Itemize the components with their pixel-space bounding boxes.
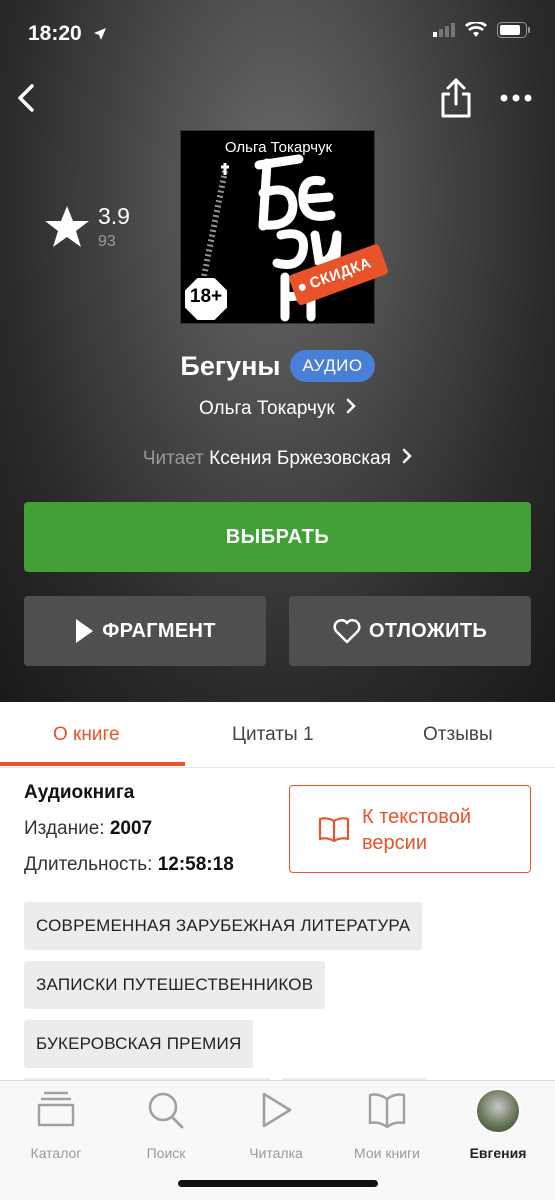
tab-about[interactable]: О книге bbox=[53, 724, 120, 746]
home-indicator bbox=[178, 1180, 378, 1187]
duration-line: Длительность: 12:58:18 bbox=[24, 854, 234, 876]
play-icon bbox=[262, 1092, 292, 1128]
tabbar-label-catalog: Каталог bbox=[30, 1145, 82, 1161]
tabbar-item-search[interactable]: Поиск bbox=[116, 1091, 216, 1161]
chevron-right-icon bbox=[346, 398, 356, 414]
status-time: 18:20 bbox=[28, 22, 82, 45]
tabbar-item-reader[interactable]: Читалка bbox=[226, 1091, 326, 1161]
tabbar-label-reader: Читалка bbox=[249, 1145, 303, 1161]
avatar[interactable] bbox=[475, 1088, 521, 1134]
tabbar-label-profile: Евгения bbox=[469, 1145, 527, 1161]
battery-icon bbox=[497, 22, 530, 38]
title-row: Бегуны АУДИО bbox=[0, 346, 555, 386]
tab-quotes[interactable]: Цитаты 1 bbox=[232, 724, 314, 746]
rating-block: 3.9 93 bbox=[44, 200, 154, 260]
edition-label: Издание: bbox=[24, 818, 105, 839]
tabbar-label-search: Поиск bbox=[146, 1145, 186, 1161]
reader-name: Ксения Бржезовская bbox=[209, 448, 391, 469]
text-version-button[interactable]: К текстовой версии bbox=[289, 785, 531, 873]
tab-active-indicator bbox=[0, 762, 185, 766]
sale-tag-dot bbox=[297, 282, 307, 292]
age-rating-text: 18+ bbox=[189, 286, 223, 307]
select-button[interactable]: ВЫБРАТЬ bbox=[24, 502, 531, 572]
genre-tag[interactable]: ЗАПИСКИ ПУТЕШЕСТВЕННИКОВ bbox=[24, 961, 326, 1009]
catalog-icon bbox=[37, 1091, 75, 1127]
location-icon bbox=[94, 28, 106, 40]
back-chevron-icon[interactable] bbox=[10, 78, 50, 118]
reader-label: Читает bbox=[142, 448, 204, 469]
rating-value: 3.9 bbox=[98, 203, 130, 229]
more-options-icon[interactable] bbox=[496, 80, 536, 116]
save-for-later-label: ОТЛОЖИТЬ bbox=[368, 619, 488, 642]
author-name: Ольга Токарчук bbox=[198, 398, 335, 419]
duration-value: 12:58:18 bbox=[157, 854, 234, 875]
edition-line: Издание: 2007 bbox=[24, 818, 152, 840]
edition-value: 2007 bbox=[109, 818, 153, 839]
fragment-button[interactable]: ФРАГМЕНТ bbox=[24, 596, 266, 666]
genre-tag[interactable]: СОВРЕМЕННАЯ ЗАРУБЕЖНАЯ ЛИТЕРАТУРА bbox=[24, 902, 423, 950]
text-version-label: К текстовой версии bbox=[362, 806, 471, 854]
cellular-signal-icon bbox=[433, 23, 455, 37]
tab-bar-content: О книге Цитаты 1 Отзывы bbox=[0, 702, 555, 768]
wifi-icon bbox=[465, 22, 487, 37]
format-badge: АУДИО bbox=[290, 350, 375, 382]
tabbar-item-catalog[interactable]: Каталог bbox=[6, 1091, 106, 1161]
genre-tag[interactable]: БУКЕРОВСКАЯ ПРЕМИЯ bbox=[24, 1020, 254, 1068]
open-book-icon bbox=[318, 817, 350, 842]
rating-count: 93 bbox=[98, 233, 116, 250]
book-icon bbox=[368, 1093, 406, 1129]
tab-reviews[interactable]: Отзывы bbox=[423, 724, 493, 746]
fragment-label: ФРАГМЕНТ bbox=[102, 619, 216, 642]
play-icon bbox=[76, 619, 94, 643]
save-for-later-button[interactable]: ОТЛОЖИТЬ bbox=[289, 596, 531, 666]
reader-link[interactable]: Читает Ксения Бржезовская bbox=[0, 448, 555, 470]
share-icon[interactable] bbox=[436, 76, 476, 120]
status-bar: 18:20 bbox=[0, 0, 555, 64]
content-type: Аудиокнига bbox=[24, 782, 135, 803]
search-icon bbox=[148, 1092, 184, 1129]
duration-label: Длительность: bbox=[24, 854, 153, 875]
tabbar-label-my-books: Мои книги bbox=[354, 1145, 420, 1161]
chevron-right-icon bbox=[402, 448, 412, 464]
book-title: Бегуны bbox=[180, 350, 281, 381]
heart-icon bbox=[333, 618, 361, 644]
star-icon bbox=[45, 206, 89, 247]
tabbar-item-my-books[interactable]: Мои книги bbox=[337, 1091, 437, 1161]
author-link[interactable]: Ольга Токарчук bbox=[0, 398, 555, 420]
